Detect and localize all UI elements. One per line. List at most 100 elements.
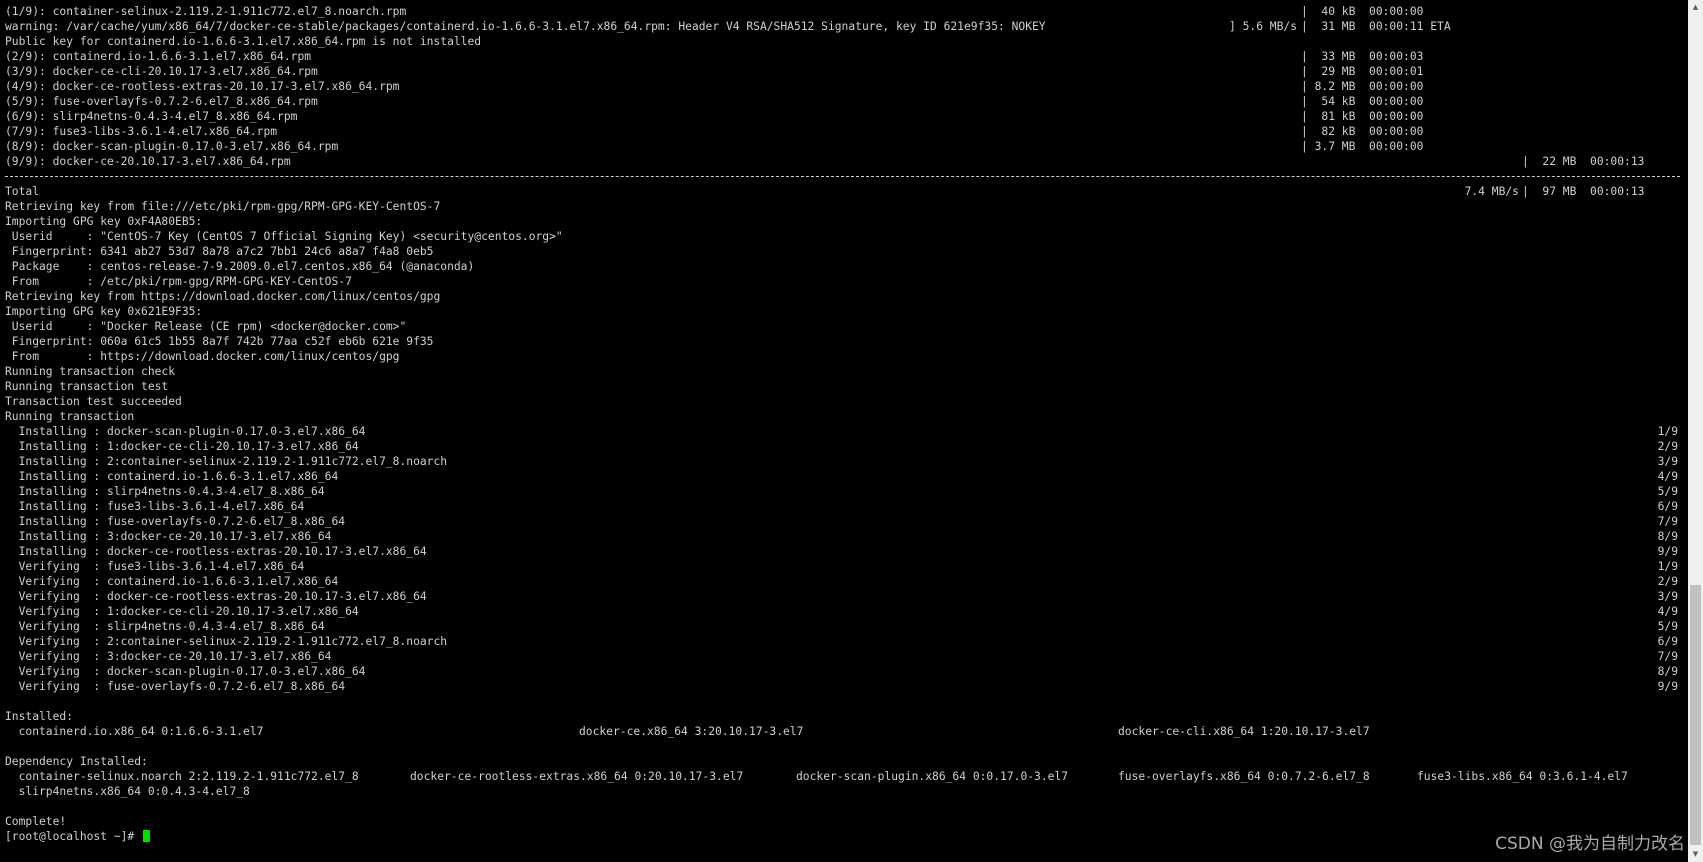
progress-count: 2/9	[1657, 440, 1678, 453]
terminal-line: (2/9): containerd.io-1.6.6-3.1.el7.x86_6…	[5, 49, 1685, 64]
terminal-line: Verifying : fuse-overlayfs-0.7.2-6.el7_8…	[5, 679, 1685, 694]
scroll-down-arrow-icon[interactable]: ▼	[1688, 847, 1703, 862]
terminal-line: Installing : fuse3-libs-3.6.1-4.el7.x86_…	[5, 499, 1685, 514]
line-text: Verifying : docker-scan-plugin-0.17.0-3.…	[5, 665, 366, 678]
line-text: slirp4netns.x86_64 0:0.4.3-4.el7_8	[5, 785, 250, 798]
line-text: Running transaction test	[5, 380, 169, 393]
line-text: Fingerprint: 060a 61c5 1b55 8a7f 742b 77…	[5, 335, 434, 348]
download-stats: | 29 MB 00:00:01	[1301, 65, 1424, 78]
progress-count: 3/9	[1657, 590, 1678, 603]
terminal-line: Verifying : 1:docker-ce-cli-20.10.17-3.e…	[5, 604, 1685, 619]
terminal-line: Verifying : docker-ce-rootless-extras-20…	[5, 589, 1685, 604]
progress-count: 8/9	[1657, 665, 1678, 678]
download-rate: ] 5.6 MB/s	[1228, 20, 1297, 33]
terminal-line: (9/9): docker-ce-20.10.17-3.el7.x86_64.r…	[5, 154, 1685, 169]
progress-count: 2/9	[1657, 575, 1678, 588]
line-text: Verifying : 1:docker-ce-cli-20.10.17-3.e…	[5, 605, 359, 618]
terminal-line: Running transaction test	[5, 379, 1685, 394]
dependency-package: docker-scan-plugin.x86_64 0:0.17.0-3.el7	[796, 770, 1069, 783]
line-text: (2/9): containerd.io-1.6.6-3.1.el7.x86_6…	[5, 50, 312, 63]
line-text: From : https://download.docker.com/linux…	[5, 350, 400, 363]
terminal-line: Verifying : 2:container-selinux-2.119.2-…	[5, 634, 1685, 649]
terminal-line: Verifying : containerd.io-1.6.6-3.1.el7.…	[5, 574, 1685, 589]
terminal-line: (5/9): fuse-overlayfs-0.7.2-6.el7_8.x86_…	[5, 94, 1685, 109]
progress-count: 9/9	[1657, 680, 1678, 693]
total-rate: 7.4 MB/s	[1464, 185, 1519, 198]
line-text: Public key for containerd.io-1.6.6-3.1.e…	[5, 35, 482, 48]
terminal-line: Retrieving key from file:///etc/pki/rpm-…	[5, 199, 1685, 214]
line-text: (5/9): fuse-overlayfs-0.7.2-6.el7_8.x86_…	[5, 95, 318, 108]
terminal-line: (7/9): fuse3-libs-3.6.1-4.el7.x86_64.rpm…	[5, 124, 1685, 139]
line-text: warning: /var/cache/yum/x86_64/7/docker-…	[5, 20, 1046, 33]
terminal-line: Verifying : fuse3-libs-3.6.1-4.el7.x86_6…	[5, 559, 1685, 574]
terminal-line: Importing GPG key 0xF4A80EB5:	[5, 214, 1685, 229]
terminal-line: Installing : containerd.io-1.6.6-3.1.el7…	[5, 469, 1685, 484]
line-text: (7/9): fuse3-libs-3.6.1-4.el7.x86_64.rpm	[5, 125, 278, 138]
progress-count: 6/9	[1657, 635, 1678, 648]
terminal-line: Installing : 2:container-selinux-2.119.2…	[5, 454, 1685, 469]
line-text: Installing : slirp4netns-0.4.3-4.el7_8.x…	[5, 485, 325, 498]
terminal-line: containerd.io.x86_64 0:1.6.6-3.1.el7 dock…	[5, 724, 1685, 739]
shell-prompt: [root@localhost ~]#	[5, 829, 151, 844]
terminal-line: Installing : 1:docker-ce-cli-20.10.17-3.…	[5, 439, 1685, 454]
download-stats: | 22 MB 00:00:13	[1522, 155, 1645, 168]
installed-package: containerd.io.x86_64 0:1.6.6-3.1.el7	[5, 725, 264, 738]
installed-package: docker-ce.x86_64 3:20.10.17-3.el7	[579, 725, 804, 738]
scrollbar-thumb[interactable]	[1690, 585, 1701, 845]
terminal-line: Fingerprint: 060a 61c5 1b55 8a7f 742b 77…	[5, 334, 1685, 349]
download-stats: | 54 kB 00:00:00	[1301, 95, 1424, 108]
download-stats: | 33 MB 00:00:03	[1301, 50, 1424, 63]
terminal-line: From : https://download.docker.com/linux…	[5, 349, 1685, 364]
line-text: (3/9): docker-ce-cli-20.10.17-3.el7.x86_…	[5, 65, 318, 78]
line-text: Installed:	[5, 710, 74, 723]
progress-count: 5/9	[1657, 620, 1678, 633]
terminal-line: Public key for containerd.io-1.6.6-3.1.e…	[5, 34, 1685, 49]
download-stats: | 81 kB 00:00:00	[1301, 110, 1424, 123]
line-text: Installing : fuse-overlayfs-0.7.2-6.el7_…	[5, 515, 346, 528]
line-text: (1/9): container-selinux-2.119.2-1.911c7…	[5, 5, 407, 18]
terminal-window[interactable]: (1/9): container-selinux-2.119.2-1.911c7…	[0, 0, 1688, 862]
terminal-line: (3/9): docker-ce-cli-20.10.17-3.el7.x86_…	[5, 64, 1685, 79]
progress-count: 1/9	[1657, 560, 1678, 573]
scroll-up-arrow-icon[interactable]: ▲	[1688, 0, 1703, 15]
line-text: Package : centos-release-7-9.2009.0.el7.…	[5, 260, 475, 273]
progress-count: 7/9	[1657, 650, 1678, 663]
line-text: Installing : fuse3-libs-3.6.1-4.el7.x86_…	[5, 500, 305, 513]
line-text: (4/9): docker-ce-rootless-extras-20.10.1…	[5, 80, 400, 93]
progress-count: 9/9	[1657, 545, 1678, 558]
terminal-line: Total 7.4 MB/s | 97 MB 00:00:13	[5, 184, 1685, 199]
terminal-line: (1/9): container-selinux-2.119.2-1.911c7…	[5, 4, 1685, 19]
line-text: (8/9): docker-scan-plugin-0.17.0-3.el7.x…	[5, 140, 339, 153]
terminal-line: Userid : "Docker Release (CE rpm) <docke…	[5, 319, 1685, 334]
terminal-line: From : /etc/pki/rpm-gpg/RPM-GPG-KEY-Cent…	[5, 274, 1685, 289]
terminal-line: Installing : fuse-overlayfs-0.7.2-6.el7_…	[5, 514, 1685, 529]
terminal-line: [root@localhost ~]#	[5, 829, 1685, 844]
line-text: Installing : 1:docker-ce-cli-20.10.17-3.…	[5, 440, 359, 453]
line-text: Installing : 2:container-selinux-2.119.2…	[5, 455, 448, 468]
terminal-line: Retrieving key from https://download.doc…	[5, 289, 1685, 304]
line-text: Dependency Installed:	[5, 755, 148, 768]
line-text: Userid : "Docker Release (CE rpm) <docke…	[5, 320, 407, 333]
terminal-line: Running transaction	[5, 409, 1685, 424]
line-text: Running transaction	[5, 410, 135, 423]
download-stats: | 31 MB 00:00:11 ETA	[1301, 20, 1451, 33]
line-text: Complete!	[5, 815, 67, 828]
separator-rule	[5, 176, 1680, 177]
vertical-scrollbar[interactable]: ▲ ▼	[1688, 0, 1703, 862]
terminal-line: Complete!	[5, 814, 1685, 829]
terminal-line: Package : centos-release-7-9.2009.0.el7.…	[5, 259, 1685, 274]
terminal-line: (4/9): docker-ce-rootless-extras-20.10.1…	[5, 79, 1685, 94]
line-text: Installing : containerd.io-1.6.6-3.1.el7…	[5, 470, 339, 483]
terminal-line: Installing : docker-ce-rootless-extras-2…	[5, 544, 1685, 559]
terminal-line: Fingerprint: 6341 ab27 53d7 8a78 a7c2 7b…	[5, 244, 1685, 259]
progress-count: 1/9	[1657, 425, 1678, 438]
dependency-package: fuse3-libs.x86_64 0:3.6.1-4.el7	[1417, 770, 1628, 783]
terminal-line: Transaction test succeeded	[5, 394, 1685, 409]
progress-count: 4/9	[1657, 605, 1678, 618]
line-text: Retrieving key from file:///etc/pki/rpm-…	[5, 200, 441, 213]
line-text: Verifying : 2:container-selinux-2.119.2-…	[5, 635, 448, 648]
terminal-cursor	[143, 830, 151, 842]
installed-package: docker-ce-cli.x86_64 1:20.10.17-3.el7	[1118, 725, 1370, 738]
download-stats: | 3.7 MB 00:00:00	[1301, 140, 1424, 153]
terminal-line: Installing : docker-scan-plugin-0.17.0-3…	[5, 424, 1685, 439]
